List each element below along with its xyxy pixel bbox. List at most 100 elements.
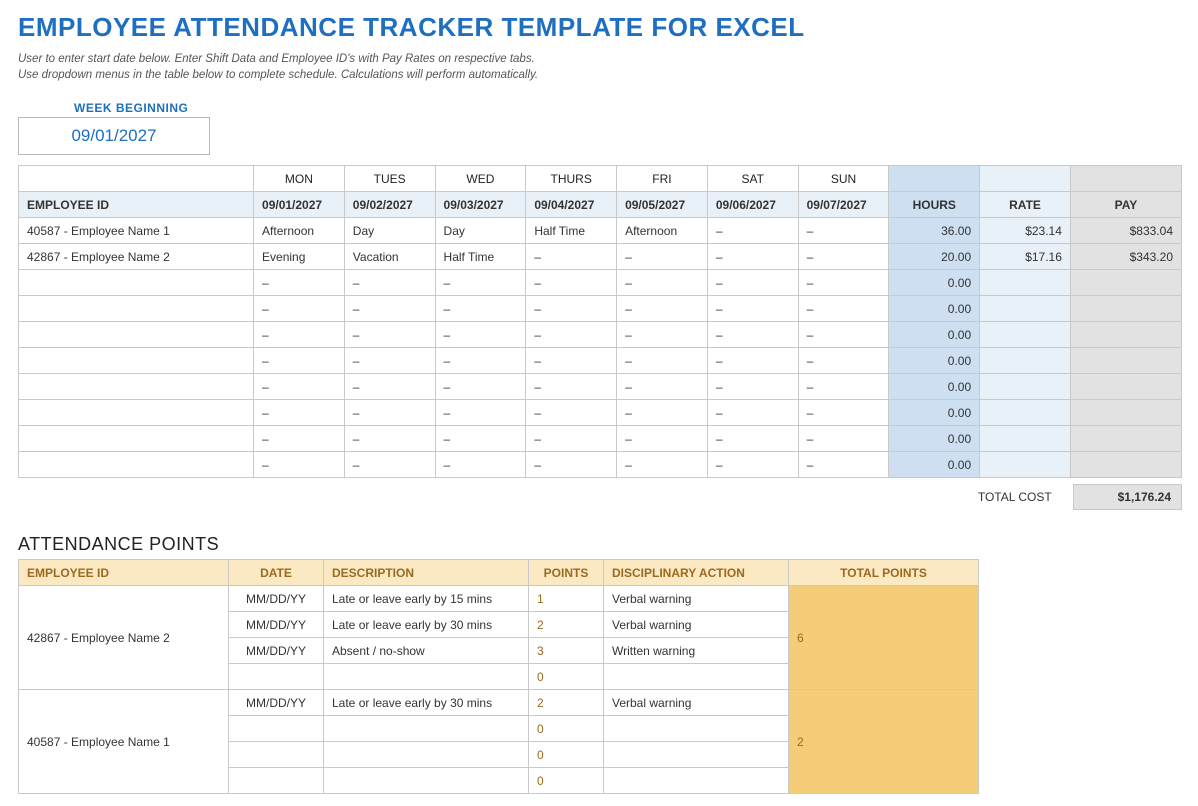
schedule-cell-employee[interactable]: 40587 - Employee Name 1 bbox=[19, 218, 254, 244]
schedule-cell-shift[interactable]: Day bbox=[344, 218, 435, 244]
schedule-cell-shift[interactable]: – bbox=[254, 296, 345, 322]
points-cell-action[interactable]: Verbal warning bbox=[604, 690, 789, 716]
schedule-cell-shift[interactable]: – bbox=[526, 270, 617, 296]
schedule-cell-shift[interactable]: – bbox=[798, 400, 889, 426]
points-cell-action[interactable]: Verbal warning bbox=[604, 586, 789, 612]
schedule-cell-employee[interactable] bbox=[19, 426, 254, 452]
points-cell-date[interactable]: MM/DD/YY bbox=[229, 586, 324, 612]
points-cell-description[interactable]: Late or leave early by 15 mins bbox=[324, 586, 529, 612]
schedule-cell-shift[interactable]: – bbox=[707, 426, 798, 452]
points-cell-date[interactable]: MM/DD/YY bbox=[229, 612, 324, 638]
schedule-cell-shift[interactable]: – bbox=[526, 322, 617, 348]
points-cell-action[interactable] bbox=[604, 664, 789, 690]
schedule-cell-shift[interactable]: – bbox=[435, 374, 526, 400]
schedule-cell-shift[interactable]: – bbox=[435, 400, 526, 426]
schedule-cell-shift[interactable]: – bbox=[526, 452, 617, 478]
schedule-cell-shift[interactable]: – bbox=[254, 374, 345, 400]
schedule-cell-shift[interactable]: – bbox=[344, 296, 435, 322]
points-cell-date[interactable] bbox=[229, 716, 324, 742]
schedule-cell-employee[interactable] bbox=[19, 296, 254, 322]
schedule-cell-shift[interactable]: – bbox=[344, 400, 435, 426]
schedule-cell-shift[interactable]: – bbox=[526, 348, 617, 374]
schedule-cell-shift[interactable]: – bbox=[798, 374, 889, 400]
schedule-cell-shift[interactable]: – bbox=[344, 348, 435, 374]
points-cell-description[interactable] bbox=[324, 664, 529, 690]
points-cell-employee[interactable]: 42867 - Employee Name 2 bbox=[19, 586, 229, 690]
schedule-cell-employee[interactable] bbox=[19, 374, 254, 400]
points-cell-action[interactable]: Written warning bbox=[604, 638, 789, 664]
points-cell-date[interactable]: MM/DD/YY bbox=[229, 690, 324, 716]
schedule-cell-shift[interactable]: – bbox=[707, 348, 798, 374]
schedule-cell-shift[interactable]: – bbox=[798, 348, 889, 374]
schedule-cell-shift[interactable]: Half Time bbox=[435, 244, 526, 270]
schedule-cell-shift[interactable]: – bbox=[707, 270, 798, 296]
points-cell-action[interactable]: Verbal warning bbox=[604, 612, 789, 638]
schedule-cell-shift[interactable]: – bbox=[617, 374, 708, 400]
points-cell-description[interactable]: Absent / no-show bbox=[324, 638, 529, 664]
schedule-cell-shift[interactable]: – bbox=[254, 270, 345, 296]
points-cell-action[interactable] bbox=[604, 742, 789, 768]
points-cell-description[interactable] bbox=[324, 742, 529, 768]
schedule-cell-shift[interactable]: Evening bbox=[254, 244, 345, 270]
points-cell-description[interactable]: Late or leave early by 30 mins bbox=[324, 690, 529, 716]
schedule-cell-shift[interactable]: – bbox=[707, 296, 798, 322]
points-cell-action[interactable] bbox=[604, 716, 789, 742]
schedule-cell-shift[interactable]: Afternoon bbox=[254, 218, 345, 244]
schedule-cell-shift[interactable]: Half Time bbox=[526, 218, 617, 244]
schedule-cell-shift[interactable]: – bbox=[617, 348, 708, 374]
schedule-cell-shift[interactable]: – bbox=[617, 426, 708, 452]
schedule-cell-employee[interactable] bbox=[19, 322, 254, 348]
schedule-cell-shift[interactable]: – bbox=[344, 322, 435, 348]
schedule-cell-shift[interactable]: – bbox=[344, 426, 435, 452]
schedule-cell-shift[interactable]: – bbox=[344, 270, 435, 296]
schedule-cell-shift[interactable]: – bbox=[798, 426, 889, 452]
schedule-cell-shift[interactable]: – bbox=[254, 400, 345, 426]
schedule-cell-employee[interactable] bbox=[19, 400, 254, 426]
schedule-cell-shift[interactable]: – bbox=[435, 270, 526, 296]
schedule-cell-shift[interactable]: – bbox=[435, 452, 526, 478]
schedule-cell-shift[interactable]: – bbox=[617, 452, 708, 478]
schedule-cell-shift[interactable]: – bbox=[254, 452, 345, 478]
schedule-cell-shift[interactable]: – bbox=[254, 426, 345, 452]
points-cell-employee[interactable]: 40587 - Employee Name 1 bbox=[19, 690, 229, 794]
schedule-cell-shift[interactable]: – bbox=[798, 322, 889, 348]
schedule-cell-shift[interactable]: – bbox=[526, 374, 617, 400]
schedule-cell-shift[interactable]: – bbox=[526, 400, 617, 426]
schedule-cell-shift[interactable]: – bbox=[798, 270, 889, 296]
schedule-cell-employee[interactable]: 42867 - Employee Name 2 bbox=[19, 244, 254, 270]
schedule-cell-shift[interactable]: – bbox=[617, 400, 708, 426]
schedule-cell-shift[interactable]: – bbox=[435, 322, 526, 348]
schedule-cell-shift[interactable]: – bbox=[707, 374, 798, 400]
schedule-cell-shift[interactable]: – bbox=[254, 348, 345, 374]
points-cell-date[interactable] bbox=[229, 742, 324, 768]
schedule-cell-shift[interactable]: – bbox=[617, 322, 708, 348]
schedule-cell-shift[interactable]: – bbox=[798, 244, 889, 270]
schedule-cell-shift[interactable]: – bbox=[344, 374, 435, 400]
week-beginning-input[interactable]: 09/01/2027 bbox=[18, 117, 210, 155]
schedule-cell-shift[interactable]: – bbox=[798, 296, 889, 322]
schedule-cell-shift[interactable]: – bbox=[435, 426, 526, 452]
schedule-cell-shift[interactable]: – bbox=[798, 452, 889, 478]
schedule-cell-shift[interactable]: Day bbox=[435, 218, 526, 244]
schedule-cell-shift[interactable]: – bbox=[617, 296, 708, 322]
schedule-cell-shift[interactable]: Vacation bbox=[344, 244, 435, 270]
points-cell-date[interactable]: MM/DD/YY bbox=[229, 638, 324, 664]
schedule-cell-shift[interactable]: – bbox=[526, 244, 617, 270]
schedule-cell-shift[interactable]: – bbox=[707, 244, 798, 270]
schedule-cell-employee[interactable] bbox=[19, 348, 254, 374]
schedule-cell-shift[interactable]: – bbox=[707, 218, 798, 244]
schedule-cell-shift[interactable]: – bbox=[617, 270, 708, 296]
schedule-cell-employee[interactable] bbox=[19, 270, 254, 296]
schedule-cell-shift[interactable]: Afternoon bbox=[617, 218, 708, 244]
schedule-cell-shift[interactable]: – bbox=[344, 452, 435, 478]
schedule-cell-shift[interactable]: – bbox=[526, 296, 617, 322]
points-cell-date[interactable] bbox=[229, 664, 324, 690]
points-cell-description[interactable] bbox=[324, 716, 529, 742]
schedule-cell-shift[interactable]: – bbox=[435, 296, 526, 322]
schedule-cell-shift[interactable]: – bbox=[707, 400, 798, 426]
points-cell-description[interactable]: Late or leave early by 30 mins bbox=[324, 612, 529, 638]
schedule-cell-shift[interactable]: – bbox=[617, 244, 708, 270]
schedule-cell-shift[interactable]: – bbox=[707, 322, 798, 348]
schedule-cell-shift[interactable]: – bbox=[707, 452, 798, 478]
schedule-cell-shift[interactable]: – bbox=[798, 218, 889, 244]
